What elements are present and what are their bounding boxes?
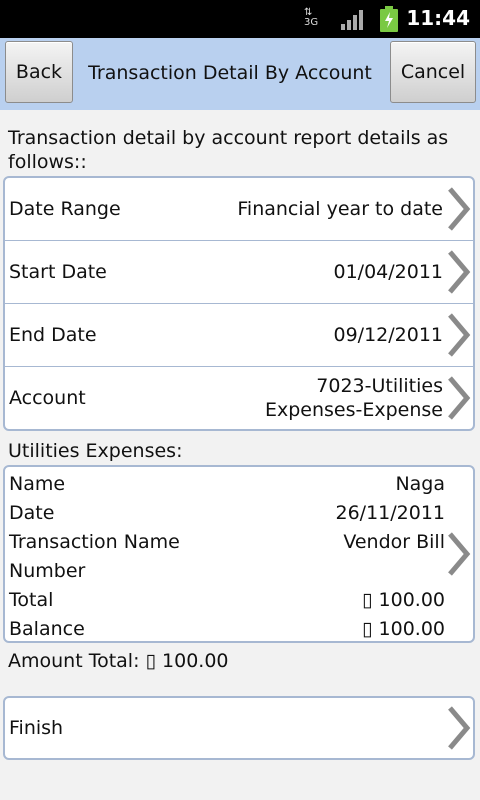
start-date-value: 01/04/2011 (333, 261, 443, 283)
back-button[interactable]: Back (5, 41, 73, 103)
finish-row[interactable]: Finish (5, 698, 473, 758)
end-date-label: End Date (9, 324, 97, 346)
detail-balance: Balance ▯ 100.00 (9, 618, 445, 640)
battery-charging-icon (380, 6, 398, 32)
status-bar: ⇅ 3G 11:44 (0, 0, 480, 38)
intro-text: Transaction detail by account report det… (8, 127, 449, 173)
clock: 11:44 (406, 6, 470, 30)
cancel-button[interactable]: Cancel (390, 41, 476, 103)
section-label: Utilities Expenses: (8, 440, 183, 462)
chevron-right-icon (448, 532, 471, 576)
date-range-row[interactable]: Date Range Financial year to date (5, 178, 473, 241)
chevron-right-icon (448, 250, 471, 294)
detail-date: Date 26/11/2011 (9, 502, 445, 524)
detail-total: Total ▯ 100.00 (9, 589, 445, 611)
network-type: ⇅ 3G (304, 7, 319, 28)
report-parameters-panel: Date Range Financial year to date Start … (3, 176, 475, 431)
account-row[interactable]: Account 7023-Utilities Expenses-Expense (5, 367, 473, 429)
detail-transaction-name: Transaction Name Vendor Bill (9, 531, 445, 553)
finish-label: Finish (9, 717, 64, 739)
page-title: Transaction Detail By Account (88, 62, 372, 84)
chevron-right-icon (448, 706, 471, 750)
start-date-label: Start Date (9, 261, 107, 283)
date-range-value: Financial year to date (237, 198, 443, 220)
finish-panel: Finish (3, 696, 475, 760)
account-value-line1: 7023-Utilities (316, 375, 443, 397)
detail-number: Number (9, 560, 86, 582)
end-date-value: 09/12/2011 (333, 324, 443, 346)
start-date-row[interactable]: Start Date 01/04/2011 (5, 241, 473, 304)
detail-name: Name Naga (9, 473, 445, 495)
date-range-label: Date Range (9, 198, 121, 220)
transaction-detail-item[interactable]: Name Naga Date 26/11/2011 Transaction Na… (3, 465, 475, 643)
account-label: Account (9, 387, 86, 409)
amount-total: Amount Total: ▯ 100.00 (8, 650, 229, 672)
account-value: 7023-Utilities Expenses-Expense (265, 374, 443, 422)
chevron-right-icon (448, 313, 471, 357)
title-bar: Back Transaction Detail By Account Cance… (0, 38, 480, 110)
chevron-right-icon (448, 376, 471, 420)
chevron-right-icon (448, 187, 471, 231)
signal-icon (341, 10, 363, 30)
account-value-line2: Expenses-Expense (264, 399, 443, 421)
end-date-row[interactable]: End Date 09/12/2011 (5, 304, 473, 367)
